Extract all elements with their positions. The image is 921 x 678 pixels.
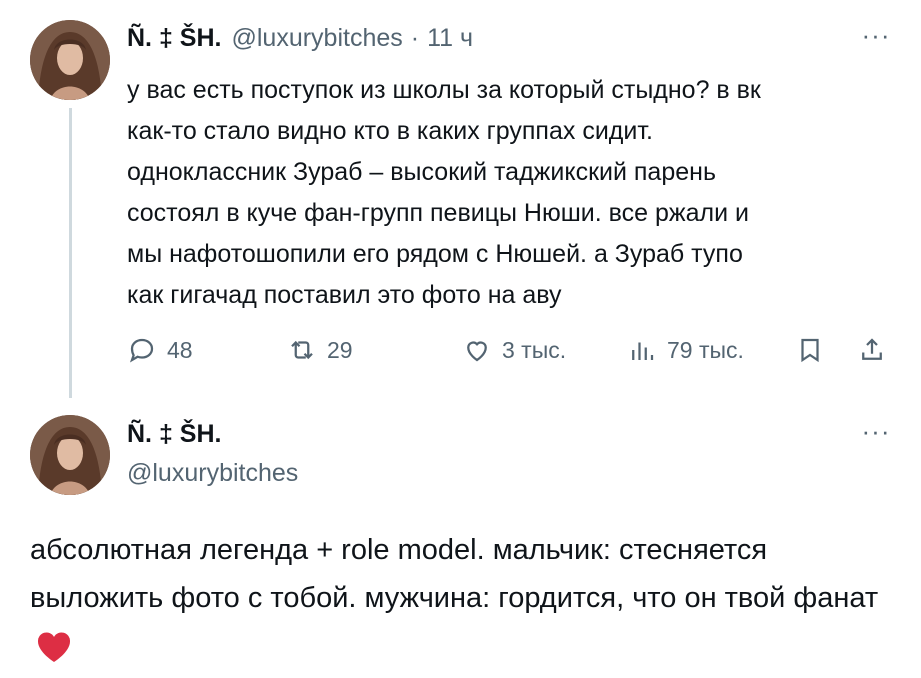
thread-connector-line: [69, 108, 72, 398]
display-name[interactable]: Ñ. ‡ ŠH.: [127, 24, 221, 53]
reply-header-name: Ñ. ‡ ŠH.: [127, 420, 221, 449]
avatar[interactable]: [30, 415, 110, 495]
bookmark-icon: [801, 338, 819, 363]
repost-icon: [291, 340, 313, 360]
like-count: 3 тыс.: [502, 336, 567, 363]
tweet-body: у вас есть поступок из школы за который …: [127, 76, 761, 309]
reply-text: абсолютная легенда + role model. мальчик…: [30, 534, 879, 614]
bookmark-button[interactable]: [795, 330, 825, 370]
separator-dot: ·: [410, 24, 420, 52]
repost-button[interactable]: 29: [287, 330, 353, 370]
repost-count: 29: [327, 336, 353, 363]
like-icon: [467, 341, 487, 362]
reply-count: 48: [167, 336, 193, 363]
red-heart-icon: [36, 630, 72, 678]
more-options-icon[interactable]: ···: [858, 418, 894, 444]
tweet-timestamp[interactable]: 11 ч: [427, 24, 473, 53]
avatar-photo: [30, 415, 110, 495]
avatar-photo: [30, 20, 110, 100]
share-icon: [862, 338, 882, 360]
reply-icon: [129, 338, 154, 363]
user-handle[interactable]: @luxurybitches: [231, 24, 402, 53]
tweet-header: Ñ. ‡ ŠH. @luxurybitches · 11 ч: [127, 24, 473, 53]
views-button[interactable]: 79 тыс.: [627, 330, 744, 370]
more-options-icon[interactable]: ···: [858, 22, 894, 48]
user-handle[interactable]: @luxurybitches: [127, 459, 298, 488]
tweet-actions-bar: 48 29 3 тыс. 79 тыс.: [127, 330, 897, 370]
display-name[interactable]: Ñ. ‡ ŠH.: [127, 420, 221, 449]
reply-body: абсолютная легенда + role model. мальчик…: [30, 526, 900, 678]
views-icon: [632, 342, 654, 360]
reply-button[interactable]: 48: [127, 330, 193, 370]
views-count: 79 тыс.: [667, 336, 744, 363]
reply-header-handle: @luxurybitches: [127, 459, 298, 488]
avatar[interactable]: [30, 20, 110, 100]
share-button[interactable]: [857, 330, 887, 370]
like-button[interactable]: 3 тыс.: [462, 330, 566, 370]
